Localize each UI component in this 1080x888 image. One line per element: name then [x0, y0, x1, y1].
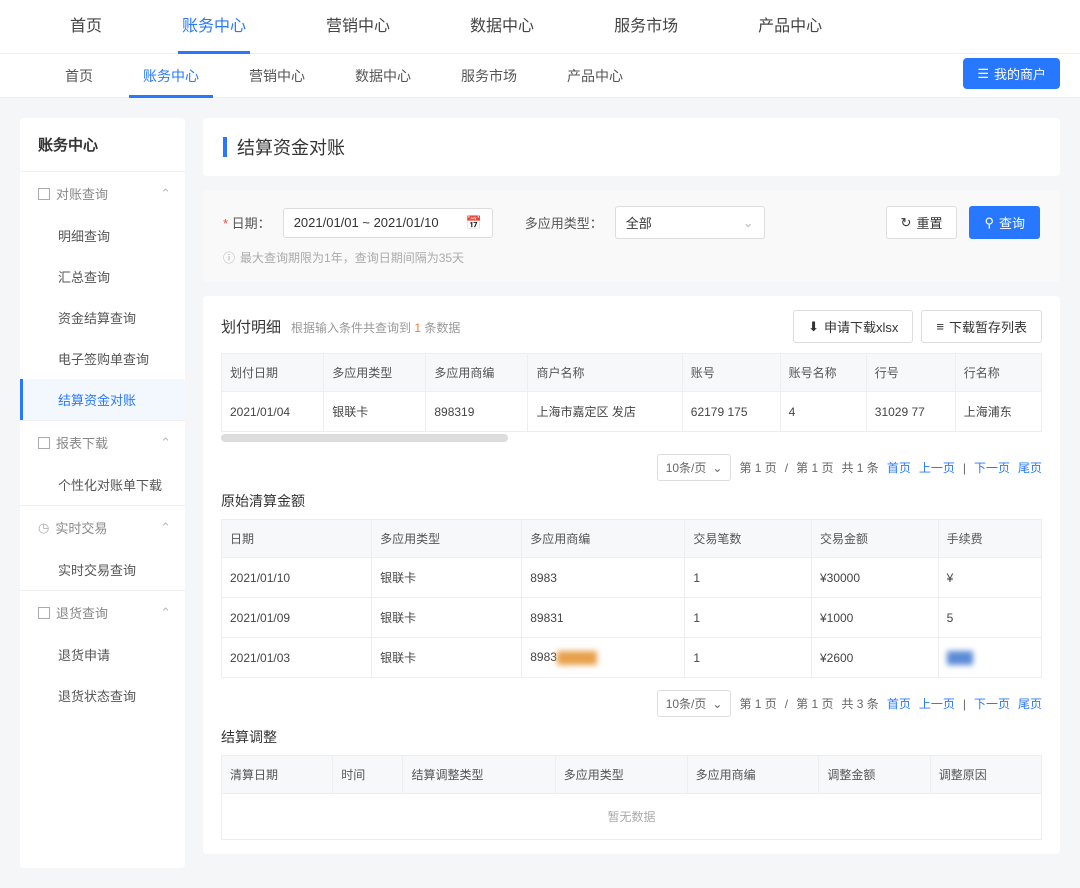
- horizontal-scrollbar[interactable]: [221, 434, 508, 442]
- nav-data[interactable]: 数据中心: [430, 0, 574, 54]
- square-icon: [38, 437, 50, 449]
- nav-service[interactable]: 服务市场: [574, 0, 718, 54]
- sidebar: 账务中心 对账查询⌃ 明细查询 汇总查询 资金结算查询 电子签购单查询 结算资金…: [20, 118, 185, 868]
- pager-first[interactable]: 首页: [887, 695, 911, 712]
- detail-pager: 10条/页⌄ 第 1 页/第 1 页 共 1 条 首页 上一页| 下一页 尾页: [221, 454, 1042, 481]
- orig-pager: 10条/页⌄ 第 1 页/第 1 页 共 3 条 首页 上一页| 下一页 尾页: [221, 690, 1042, 717]
- sidebar-item-detail[interactable]: 明细查询: [20, 215, 185, 256]
- table-row: 2021/01/04银联卡898319 上海市嘉定区 发店62179 175 4…: [222, 392, 1042, 432]
- nav-product[interactable]: 产品中心: [718, 0, 862, 54]
- reset-button[interactable]: ↻重置: [886, 206, 958, 239]
- chevron-up-icon: ⌃: [160, 520, 171, 536]
- subnav-marketing[interactable]: 营销中心: [224, 54, 330, 98]
- pager-first[interactable]: 首页: [887, 459, 911, 476]
- sidebar-item-signature[interactable]: 电子签购单查询: [20, 338, 185, 379]
- sidebar-item-fund[interactable]: 资金结算查询: [20, 297, 185, 338]
- search-icon: ⚲: [984, 215, 994, 231]
- refresh-icon: ↻: [901, 215, 912, 231]
- adjust-table: 清算日期时间结算调整类型 多应用类型多应用商编调整金额调整原因 暂无数据: [221, 755, 1042, 840]
- square-icon: [38, 607, 50, 619]
- calendar-icon: 📅: [466, 215, 482, 231]
- pager-prev[interactable]: 上一页: [919, 695, 955, 712]
- page-size-select[interactable]: 10条/页⌄: [657, 690, 732, 717]
- search-button[interactable]: ⚲查询: [969, 206, 1040, 239]
- orig-table: 日期多应用类型多应用商编 交易笔数交易金额手续费 2021/01/10银联卡89…: [221, 519, 1042, 678]
- subnav-finance[interactable]: 账务中心: [118, 54, 224, 98]
- query-form: * 日期： 2021/01/01 ~ 2021/01/10 📅 多应用类型： 全…: [203, 190, 1060, 282]
- download-temp-button[interactable]: ≡下载暂存列表: [921, 310, 1042, 343]
- table-header-row: 清算日期时间结算调整类型 多应用类型多应用商编调整金额调整原因: [222, 756, 1042, 794]
- query-hint: ⓘ最大查询期限为1年，查询日期间隔为35天: [223, 249, 1040, 266]
- nav-marketing[interactable]: 营销中心: [286, 0, 430, 54]
- download-icon: ⬇: [808, 319, 819, 335]
- sidebar-item-refund-apply[interactable]: 退货申请: [20, 634, 185, 675]
- table-header-row: 划付日期多应用类型多应用商编 商户名称账号账号名称 行号行名称: [222, 354, 1042, 392]
- sidebar-item-settlement[interactable]: 结算资金对账: [20, 379, 185, 420]
- table-row: 2021/01/10银联卡89831¥30000¥: [222, 558, 1042, 598]
- page-size-select[interactable]: 10条/页⌄: [657, 454, 732, 481]
- table-row: 2021/01/03银联卡89831¥2600: [222, 638, 1042, 678]
- subnav-home[interactable]: 首页: [40, 54, 118, 98]
- subnav-product[interactable]: 产品中心: [542, 54, 648, 98]
- subnav-data[interactable]: 数据中心: [330, 54, 436, 98]
- chevron-down-icon: ⌄: [712, 461, 722, 475]
- pager-last[interactable]: 尾页: [1018, 459, 1042, 476]
- nav-finance[interactable]: 账务中心: [142, 0, 286, 54]
- list-icon: ≡: [936, 319, 944, 334]
- merchant-icon: ☰: [977, 66, 989, 82]
- sidebar-group-refund[interactable]: 退货查询⌃: [20, 591, 185, 634]
- detail-title: 划付明细: [221, 316, 281, 337]
- sidebar-item-refund-status[interactable]: 退货状态查询: [20, 675, 185, 716]
- pager-next[interactable]: 下一页: [974, 695, 1010, 712]
- orig-title: 原始清算金额: [221, 491, 1042, 511]
- pager-next[interactable]: 下一页: [974, 459, 1010, 476]
- chevron-up-icon: ⌃: [160, 435, 171, 451]
- download-xlsx-button[interactable]: ⬇申请下载xlsx: [793, 310, 913, 343]
- chevron-up-icon: ⌃: [160, 186, 171, 202]
- info-icon: ⓘ: [223, 249, 235, 266]
- top-nav: 首页 账务中心 营销中心 数据中心 服务市场 产品中心: [0, 0, 1080, 54]
- sidebar-group-realtime[interactable]: ◷实时交易⌃: [20, 506, 185, 549]
- empty-state: 暂无数据: [222, 794, 1042, 840]
- sub-nav: 首页 账务中心 营销中心 数据中心 服务市场 产品中心 ☰ 我的商户: [0, 54, 1080, 98]
- my-merchant-button[interactable]: ☰ 我的商户: [963, 58, 1060, 89]
- page-title: 结算资金对账: [203, 118, 1060, 176]
- pager-prev[interactable]: 上一页: [919, 459, 955, 476]
- clock-icon: ◷: [38, 520, 49, 536]
- table-row: 2021/01/09银联卡898311¥10005: [222, 598, 1042, 638]
- sidebar-group-report[interactable]: 报表下载⌃: [20, 421, 185, 464]
- sidebar-title: 账务中心: [20, 118, 185, 171]
- detail-table: 划付日期多应用类型多应用商编 商户名称账号账号名称 行号行名称 2021/01/…: [221, 353, 1042, 432]
- sidebar-item-realtime-query[interactable]: 实时交易查询: [20, 549, 185, 590]
- date-range-input[interactable]: 2021/01/01 ~ 2021/01/10 📅: [283, 208, 493, 238]
- nav-home[interactable]: 首页: [30, 0, 142, 54]
- chevron-up-icon: ⌃: [160, 605, 171, 621]
- table-header-row: 日期多应用类型多应用商编 交易笔数交易金额手续费: [222, 520, 1042, 558]
- type-label: 多应用类型：: [525, 213, 603, 232]
- app-type-select[interactable]: 全部 ⌄: [615, 206, 765, 239]
- subnav-service[interactable]: 服务市场: [436, 54, 542, 98]
- pager-last[interactable]: 尾页: [1018, 695, 1042, 712]
- date-label: 日期：: [232, 216, 271, 231]
- sidebar-item-summary[interactable]: 汇总查询: [20, 256, 185, 297]
- sidebar-item-custom-dl[interactable]: 个性化对账单下载: [20, 464, 185, 505]
- chevron-down-icon: ⌄: [743, 215, 754, 231]
- sidebar-group-reconcile[interactable]: 对账查询⌃: [20, 172, 185, 215]
- adjust-title: 结算调整: [221, 727, 1042, 747]
- square-icon: [38, 188, 50, 200]
- chevron-down-icon: ⌄: [712, 697, 722, 711]
